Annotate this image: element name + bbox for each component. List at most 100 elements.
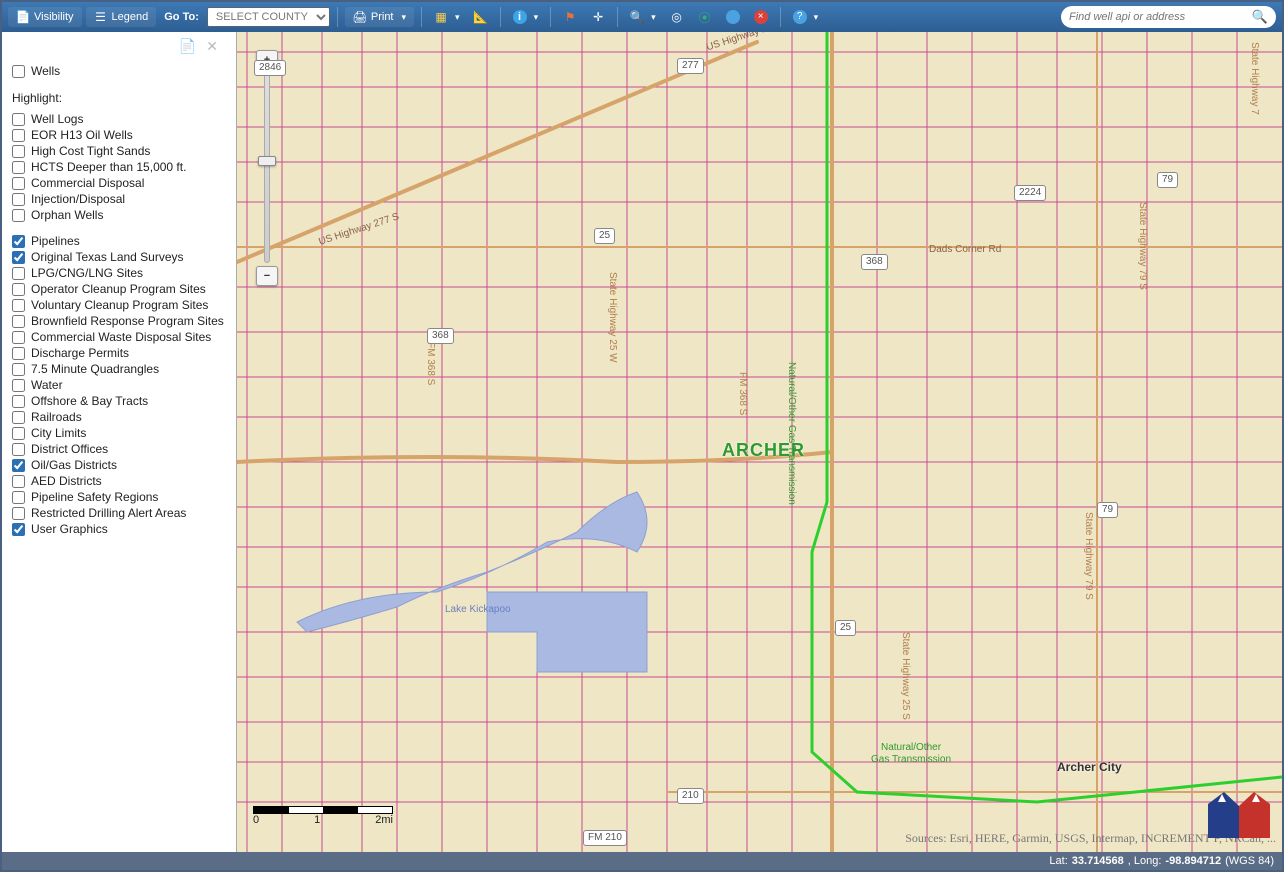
layer-checkbox[interactable] xyxy=(12,491,25,504)
highlight-item[interactable]: Orphan Wells xyxy=(12,207,226,223)
highlight-checkbox[interactable] xyxy=(12,193,25,206)
layer-checkbox[interactable] xyxy=(12,363,25,376)
highlight-checkbox[interactable] xyxy=(12,161,25,174)
info-button[interactable]: i xyxy=(508,7,544,27)
highlight-checkbox[interactable] xyxy=(12,177,25,190)
separator xyxy=(337,7,338,27)
locate-button[interactable]: ⦿ xyxy=(693,7,717,27)
highlight-checkbox[interactable] xyxy=(12,145,25,158)
road-pill-368a: 368 xyxy=(861,254,888,270)
layer-item[interactable]: 7.5 Minute Quadrangles xyxy=(12,361,226,377)
layer-item[interactable]: Restricted Drilling Alert Areas xyxy=(12,505,226,521)
layer-checkbox[interactable] xyxy=(12,523,25,536)
layer-checkbox[interactable] xyxy=(12,235,25,248)
layer-item[interactable]: District Offices xyxy=(12,441,226,457)
layer-checkbox[interactable] xyxy=(12,331,25,344)
highlight-item[interactable]: Injection/Disposal xyxy=(12,191,226,207)
hwy-7-label: State Highway 7 xyxy=(1249,42,1260,115)
select-circle-button[interactable]: ◎ xyxy=(665,7,689,27)
layer-checkbox[interactable] xyxy=(12,299,25,312)
layer-item[interactable]: Offshore & Bay Tracts xyxy=(12,393,226,409)
pipeline-label-1: Natural/OtherGas Transmission xyxy=(871,742,951,766)
rrc-logo xyxy=(1208,792,1270,838)
lake-label: Lake Kickapoo xyxy=(445,604,511,615)
hwy-79s-label: State Highway 79 S xyxy=(1083,512,1094,600)
help-button[interactable]: ? xyxy=(788,7,824,27)
layer-item[interactable]: Water xyxy=(12,377,226,393)
close-panel-icon[interactable]: ✕ xyxy=(206,38,218,55)
layer-item[interactable]: Oil/Gas Districts xyxy=(12,457,226,473)
map-viewport[interactable]: + − ARCHER Archer City Lake Kickapoo Dad… xyxy=(237,32,1282,852)
layer-list: Wells Highlight: Well LogsEOR H13 Oil We… xyxy=(2,55,236,547)
layer-checkbox[interactable] xyxy=(12,411,25,424)
highlight-item[interactable]: EOR H13 Oil Wells xyxy=(12,127,226,143)
separator xyxy=(780,7,781,27)
layer-checkbox[interactable] xyxy=(12,379,25,392)
layer-item[interactable]: AED Districts xyxy=(12,473,226,489)
flag-button[interactable]: ⚑ xyxy=(558,7,582,27)
goto-label: Go To: xyxy=(160,11,203,23)
main-area: 📄 ✕ Wells Highlight: Well LogsEOR H13 Oi… xyxy=(2,32,1282,852)
wells-toggle[interactable]: Wells xyxy=(12,63,226,79)
layer-checkbox[interactable] xyxy=(12,475,25,488)
layer-item[interactable]: Pipelines xyxy=(12,233,226,249)
zoom-handle[interactable] xyxy=(258,156,276,166)
layer-item[interactable]: Pipeline Safety Regions xyxy=(12,489,226,505)
highlight-item[interactable]: Commercial Disposal xyxy=(12,175,226,191)
close-button[interactable]: × xyxy=(749,7,773,27)
list-icon: ☰ xyxy=(94,10,108,24)
highlight-checkbox[interactable] xyxy=(12,129,25,142)
globe-button[interactable] xyxy=(721,7,745,27)
layer-item[interactable]: Operator Cleanup Program Sites xyxy=(12,281,226,297)
visibility-button[interactable]: 📄 Visibility xyxy=(8,7,82,27)
layer-item[interactable]: Original Texas Land Surveys xyxy=(12,249,226,265)
layer-checkbox[interactable] xyxy=(12,267,25,280)
search-input[interactable] xyxy=(1069,11,1246,23)
grid-icon: ▦ xyxy=(434,10,448,24)
layer-item[interactable]: Voluntary Cleanup Program Sites xyxy=(12,297,226,313)
layer-checkbox[interactable] xyxy=(12,347,25,360)
search-box[interactable]: 🔍 xyxy=(1061,6,1276,28)
layer-item[interactable]: City Limits xyxy=(12,425,226,441)
layer-checkbox[interactable] xyxy=(12,427,25,440)
basemap-button[interactable]: ▦ xyxy=(429,7,465,27)
highlight-checkbox[interactable] xyxy=(12,209,25,222)
layer-label: Original Texas Land Surveys xyxy=(31,250,184,264)
zoom-track[interactable] xyxy=(264,73,270,263)
layer-item[interactable]: Railroads xyxy=(12,409,226,425)
highlight-item[interactable]: Well Logs xyxy=(12,111,226,127)
highlight-label: HCTS Deeper than 15,000 ft. xyxy=(31,160,186,174)
pipeline-label-2: Natural/Other Gas Transmission xyxy=(785,362,797,505)
highlight-item[interactable]: HCTS Deeper than 15,000 ft. xyxy=(12,159,226,175)
layer-item[interactable]: Discharge Permits xyxy=(12,345,226,361)
layer-checkbox[interactable] xyxy=(12,507,25,520)
highlight-checkbox[interactable] xyxy=(12,113,25,126)
target-button[interactable]: ✛ xyxy=(586,7,610,27)
layer-checkbox[interactable] xyxy=(12,459,25,472)
layer-item[interactable]: User Graphics xyxy=(12,521,226,537)
wells-checkbox[interactable] xyxy=(12,65,25,78)
layer-checkbox[interactable] xyxy=(12,315,25,328)
layer-item[interactable]: Commercial Waste Disposal Sites xyxy=(12,329,226,345)
layer-checkbox[interactable] xyxy=(12,251,25,264)
layer-item[interactable]: LPG/CNG/LNG Sites xyxy=(12,265,226,281)
county-select[interactable]: SELECT COUNTY xyxy=(207,7,330,27)
layer-label: Restricted Drilling Alert Areas xyxy=(31,506,186,520)
layer-item[interactable]: Brownfield Response Program Sites xyxy=(12,313,226,329)
road-pill-25b: 25 xyxy=(835,620,856,636)
long-label: , Long: xyxy=(1128,855,1162,867)
search-icon[interactable]: 🔍 xyxy=(1252,9,1268,25)
export-pdf-icon[interactable]: 📄 xyxy=(179,38,196,55)
highlight-item[interactable]: High Cost Tight Sands xyxy=(12,143,226,159)
measure-button[interactable]: 📐 xyxy=(469,7,493,27)
layer-label: User Graphics xyxy=(31,522,108,536)
city-label: Archer City xyxy=(1057,760,1122,774)
layer-checkbox[interactable] xyxy=(12,443,25,456)
legend-button[interactable]: ☰ Legend xyxy=(86,7,157,27)
zoom-button[interactable]: 🔍 xyxy=(625,7,661,27)
zoom-out-button[interactable]: − xyxy=(256,266,278,286)
layer-checkbox[interactable] xyxy=(12,283,25,296)
layer-checkbox[interactable] xyxy=(12,395,25,408)
zoom-slider[interactable]: + − xyxy=(255,50,279,286)
print-button[interactable]: 🖨 Print xyxy=(345,7,414,27)
